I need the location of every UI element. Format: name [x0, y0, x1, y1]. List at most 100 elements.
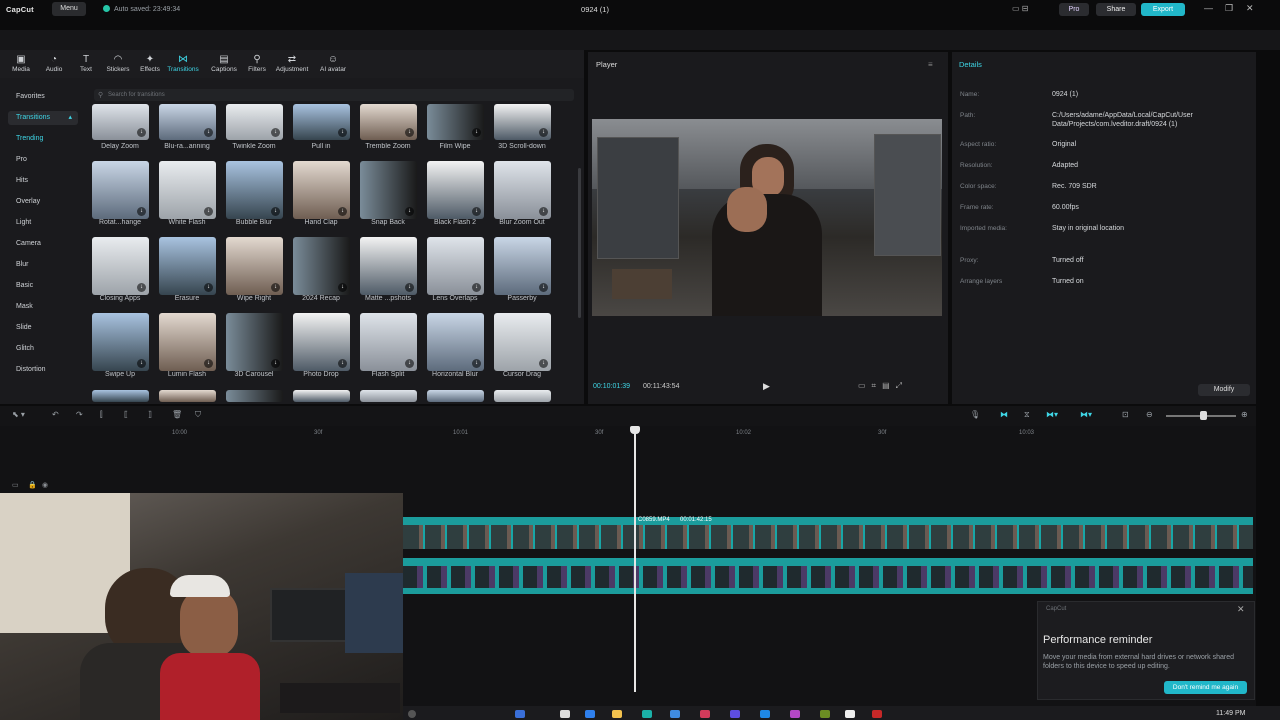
tab-text[interactable]: T Text — [69, 54, 103, 73]
sidebar-item-blur[interactable]: Blur — [16, 261, 86, 268]
download-icon[interactable]: ↓ — [472, 207, 481, 216]
sidebar-favorites[interactable]: Favorites — [16, 93, 86, 100]
popup-close-icon[interactable]: ✕ — [1237, 604, 1245, 615]
panel-scrollbar[interactable] — [578, 168, 581, 318]
search-input[interactable]: Search for transitions — [94, 89, 574, 101]
transition-tile[interactable]: ↓ — [159, 161, 216, 219]
minimize-icon[interactable]: — — [1204, 3, 1213, 13]
download-icon[interactable]: ↓ — [539, 128, 548, 137]
delete-icon[interactable]: 🗑 — [172, 410, 182, 419]
taskbar-app-icon[interactable] — [820, 710, 830, 718]
tab-effects[interactable]: ✦ Effects — [133, 54, 167, 73]
transition-tile[interactable] — [494, 390, 551, 402]
preview-axis-icon[interactable]: ⧓▾ — [1046, 410, 1058, 419]
subtitle-icon[interactable]: ⊡ — [1122, 410, 1129, 419]
transition-tile[interactable]: ↓ — [494, 161, 551, 219]
transition-tile[interactable] — [226, 390, 283, 402]
transition-tile[interactable]: ↓ — [360, 104, 417, 140]
transition-tile[interactable] — [360, 390, 417, 402]
transition-tile[interactable]: ↓ — [293, 161, 350, 219]
sidebar-item-pro[interactable]: Pro — [16, 156, 86, 163]
export-button[interactable]: Export — [1141, 3, 1185, 16]
zoom-out-icon[interactable]: ⊖ — [1146, 410, 1153, 419]
download-icon[interactable]: ↓ — [271, 207, 280, 216]
link-icon[interactable]: ⧓ — [1000, 410, 1008, 419]
transition-tile[interactable]: ↓ — [360, 161, 417, 219]
transition-tile[interactable]: ↓ — [293, 237, 350, 295]
dont-remind-button[interactable]: Don't remind me again — [1164, 681, 1247, 694]
download-icon[interactable]: ↓ — [137, 283, 146, 292]
download-icon[interactable]: ↓ — [539, 283, 548, 292]
download-icon[interactable]: ↓ — [204, 283, 213, 292]
download-icon[interactable]: ↓ — [137, 359, 146, 368]
sidebar-item-light[interactable]: Light — [16, 219, 86, 226]
auto-snap-icon[interactable]: ⧓▾ — [1080, 410, 1092, 419]
transition-tile[interactable]: ↓ — [92, 104, 149, 140]
search-taskbar-icon[interactable] — [408, 710, 416, 718]
download-icon[interactable]: ↓ — [271, 359, 280, 368]
download-icon[interactable]: ↓ — [472, 283, 481, 292]
redo-icon[interactable]: ↷ — [76, 410, 83, 419]
download-icon[interactable]: ↓ — [204, 207, 213, 216]
transition-tile[interactable] — [92, 390, 149, 402]
transition-tile[interactable]: ↓ — [427, 237, 484, 295]
tab-captions[interactable]: ▤ Captions — [207, 54, 241, 73]
sidebar-item-camera[interactable]: Camera — [16, 240, 86, 247]
video-track-clip[interactable] — [403, 517, 1253, 549]
playhead[interactable] — [634, 428, 636, 692]
download-icon[interactable]: ↓ — [271, 283, 280, 292]
transition-tile[interactable]: ↓ — [92, 313, 149, 371]
taskbar-app-icon[interactable] — [845, 710, 855, 718]
download-icon[interactable]: ↓ — [338, 359, 347, 368]
transition-tile[interactable]: ↓ — [427, 104, 484, 140]
sidebar-item-basic[interactable]: Basic — [16, 282, 86, 289]
second-track-clip[interactable] — [403, 558, 1253, 594]
snap-icon[interactable]: ⧖ — [1024, 410, 1030, 420]
split-icon[interactable]: ⫿ — [100, 410, 103, 420]
lock-icon[interactable]: 🔒 — [28, 481, 37, 489]
taskbar-app-icon[interactable] — [560, 710, 570, 718]
layout-icon[interactable]: ▭ ⊟ — [1012, 4, 1028, 13]
player-menu-icon[interactable]: ≡ — [928, 60, 933, 69]
transition-tile[interactable]: ↓ — [226, 104, 283, 140]
download-icon[interactable]: ↓ — [405, 128, 414, 137]
tab-transitions[interactable]: ⋈ Transitions — [166, 54, 200, 73]
download-icon[interactable]: ↓ — [472, 128, 481, 137]
sidebar-item-slide[interactable]: Slide — [16, 324, 86, 331]
taskbar-app-icon[interactable] — [700, 710, 710, 718]
sidebar-item-glitch[interactable]: Glitch — [16, 345, 86, 352]
taskbar-app-icon[interactable] — [585, 710, 595, 718]
transition-tile[interactable]: ↓ — [159, 104, 216, 140]
download-icon[interactable]: ↓ — [338, 128, 347, 137]
download-icon[interactable]: ↓ — [137, 207, 146, 216]
sidebar-item-mask[interactable]: Mask — [16, 303, 86, 310]
download-icon[interactable]: ↓ — [405, 359, 414, 368]
transition-tile[interactable]: ↓ — [293, 313, 350, 371]
transition-tile[interactable]: ↓ — [427, 313, 484, 371]
transition-tile[interactable]: ↓ — [226, 313, 283, 371]
transition-tile[interactable]: ↓ — [494, 313, 551, 371]
transition-tile[interactable]: ↓ — [427, 161, 484, 219]
transition-tile[interactable]: ↓ — [494, 104, 551, 140]
download-icon[interactable]: ↓ — [539, 207, 548, 216]
sidebar-item-hits[interactable]: Hits — [16, 177, 86, 184]
transition-tile[interactable]: ↓ — [494, 237, 551, 295]
taskbar-app-icon[interactable] — [642, 710, 652, 718]
download-icon[interactable]: ↓ — [137, 128, 146, 137]
tab-filters[interactable]: ⚲ Filters — [240, 54, 274, 73]
transition-tile[interactable] — [293, 390, 350, 402]
transition-tile[interactable]: ↓ — [226, 161, 283, 219]
transition-tile[interactable]: ↓ — [92, 161, 149, 219]
transition-tile[interactable]: ↓ — [360, 313, 417, 371]
sidebar-transitions[interactable]: Transitions ▴ — [8, 111, 78, 125]
tab-stickers[interactable]: ◠ Stickers — [101, 54, 135, 73]
transition-tile[interactable]: ↓ — [226, 237, 283, 295]
taskbar-app-icon[interactable] — [515, 710, 525, 718]
transition-tile[interactable]: ↓ — [360, 237, 417, 295]
sidebar-item-distortion[interactable]: Distortion — [16, 366, 86, 373]
undo-icon[interactable]: ↶ — [52, 410, 59, 419]
transition-tile[interactable]: ↓ — [159, 313, 216, 371]
transition-tile[interactable]: ↓ — [293, 104, 350, 140]
transition-tile[interactable]: ↓ — [92, 237, 149, 295]
download-icon[interactable]: ↓ — [405, 207, 414, 216]
